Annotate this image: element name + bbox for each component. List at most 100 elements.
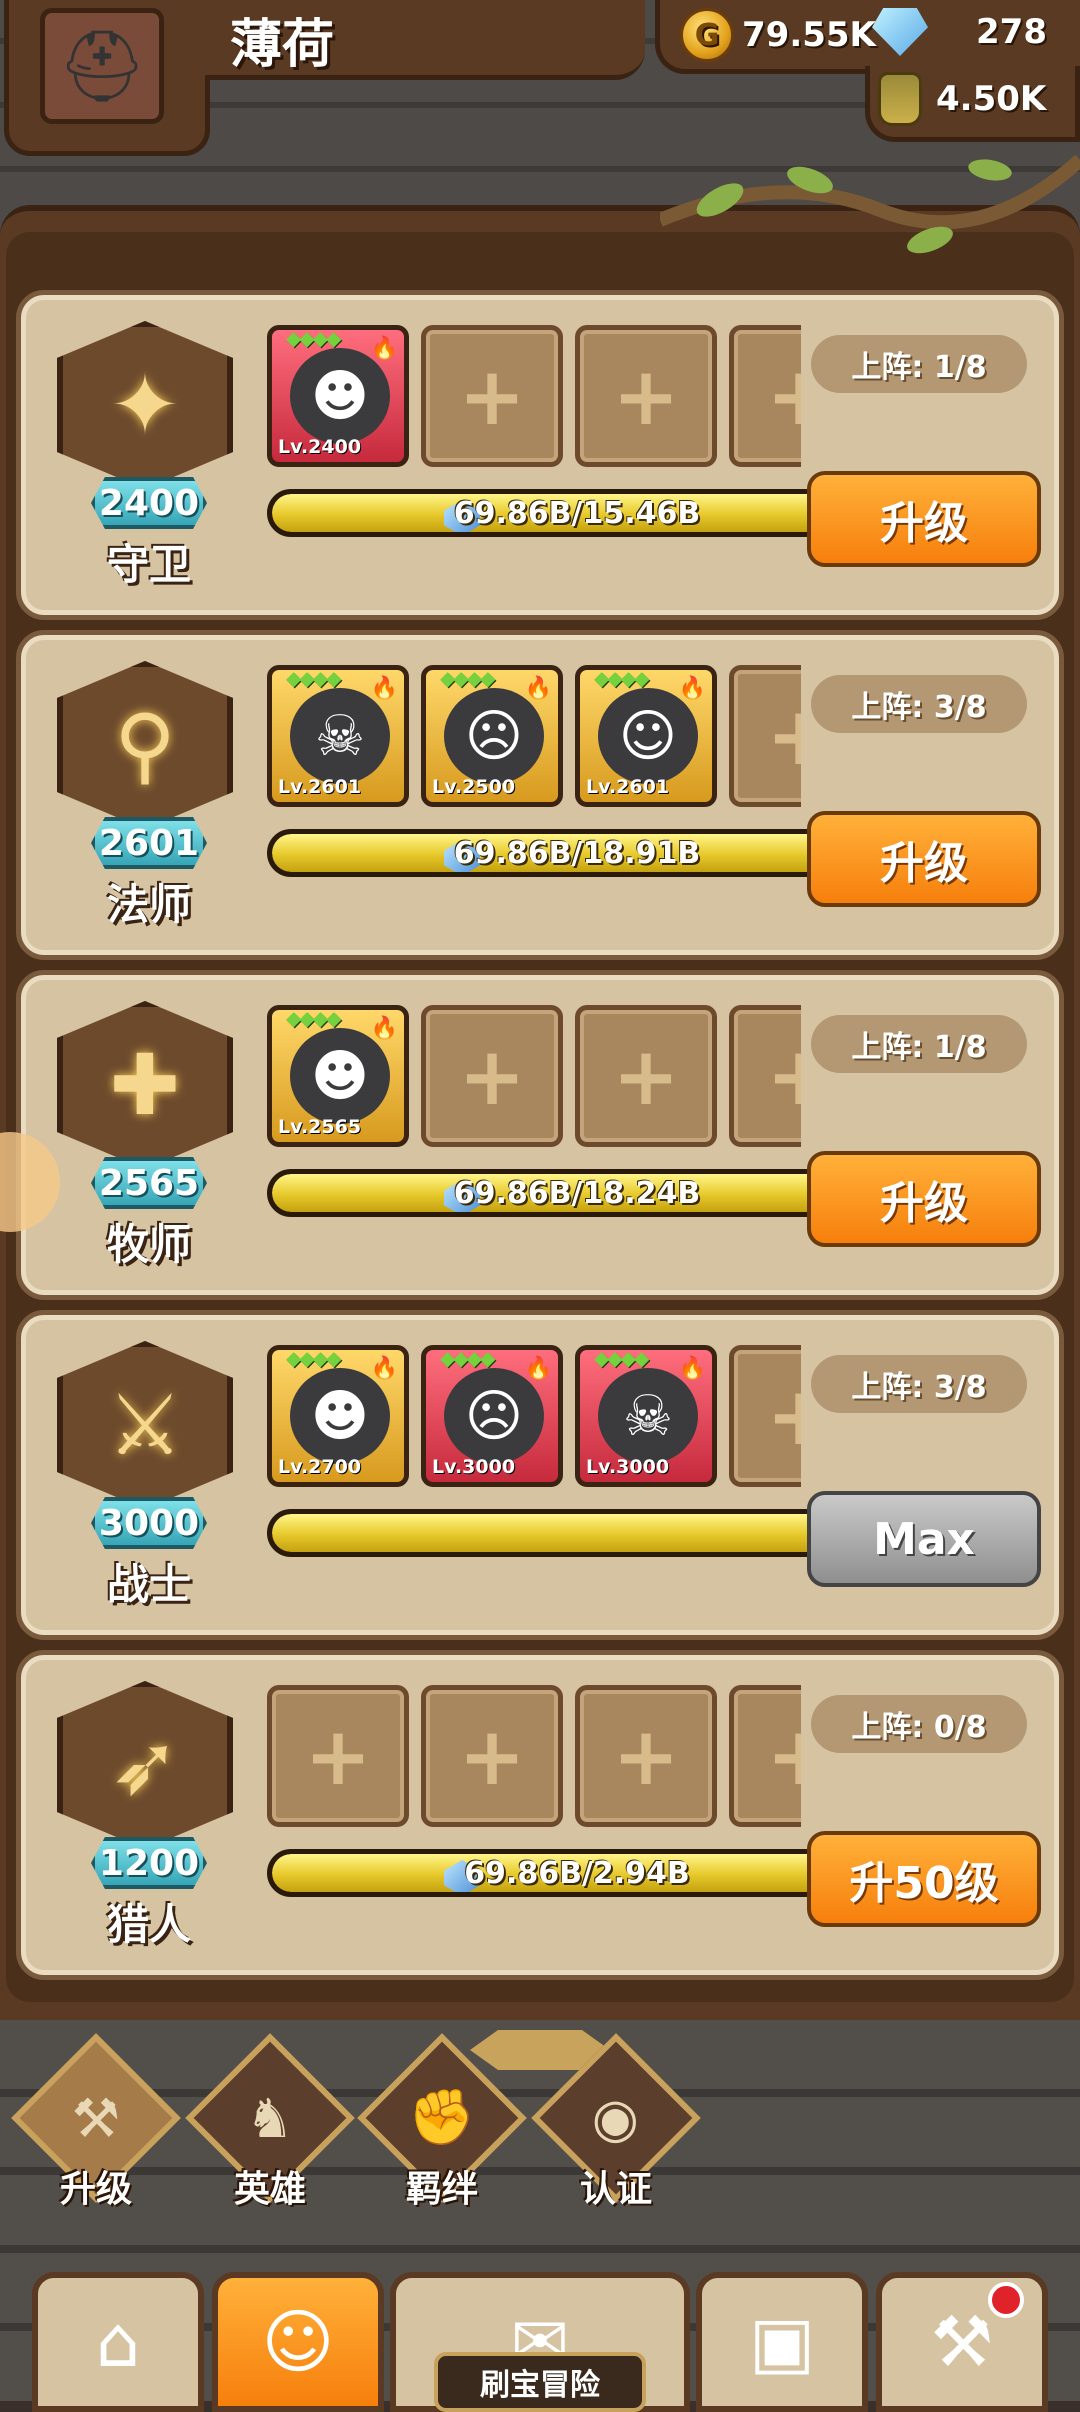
hero-slot[interactable]: ◆◆◆◆ 🔥 ☹ Lv.3000: [421, 1345, 563, 1487]
xp-progress-text: 69.86B/18.24B: [453, 1175, 701, 1211]
class-emblem-icon: ⚲: [57, 661, 233, 829]
hero-slot[interactable]: ◆◆◆◆ 🔥 ☹ Lv.2500: [421, 665, 563, 807]
shop-tab[interactable]: ⌂: [32, 2272, 204, 2412]
xp-progress-text: 69.86B/15.46B: [453, 495, 701, 531]
plus-icon: +: [458, 349, 526, 443]
xp-progress-text: 69.86B/18.91B: [453, 835, 701, 871]
hero-slot[interactable]: ◆◆◆◆ 🔥 ☠ Lv.3000: [575, 1345, 717, 1487]
class-emblem-icon: ➶: [57, 1681, 233, 1849]
element-icon: 🔥: [370, 676, 398, 701]
hero-level: Lv.3000: [432, 1456, 516, 1478]
empty-hero-slot[interactable]: +: [575, 1685, 717, 1827]
empty-hero-slot[interactable]: +: [267, 1685, 409, 1827]
hero-portrait: ☹: [444, 688, 544, 784]
element-icon: 🔥: [370, 336, 398, 361]
element-icon: 🔥: [524, 676, 552, 701]
class-emblem-icon: ⚔: [57, 1341, 233, 1509]
player-name: 薄荷: [230, 15, 335, 75]
subnav-label: 认证: [579, 2169, 652, 2210]
hero-portrait: ☻: [290, 1368, 390, 1464]
hero-level: Lv.2400: [278, 436, 362, 458]
plus-icon: +: [612, 1029, 680, 1123]
subnav-item[interactable]: ⚒ 升级: [11, 2033, 181, 2230]
element-icon: 🔥: [370, 1016, 398, 1041]
hero-level: Lv.2700: [278, 1456, 362, 1478]
adventure-label[interactable]: 刷宝冒险: [434, 2352, 646, 2412]
subnav-item[interactable]: ✊ 羁绊: [357, 2033, 527, 2230]
hero-portrait: ☻: [290, 348, 390, 444]
avatar[interactable]: ⛑: [40, 8, 164, 124]
element-icon: 🔥: [678, 676, 706, 701]
empty-hero-slot[interactable]: +: [421, 325, 563, 467]
hero-portrait: ☺: [598, 688, 698, 784]
deployed-count: 上阵: 3/8: [811, 1355, 1027, 1413]
subnav-item[interactable]: ♞ 英雄: [185, 2033, 355, 2230]
potion-amount: 4.50K: [936, 79, 1047, 119]
subnav-label: 升级: [59, 2169, 132, 2210]
class-card: ⚔ 3000 战士 ◆◆◆◆ 🔥 ☻ Lv.2700 ◆◆◆◆ 🔥 ☹ Lv.3…: [16, 1310, 1064, 1640]
xp-progress-bar: 69.86B/18.24B: [267, 1169, 867, 1217]
star-rating-icon: ◆◆◆◆: [286, 666, 342, 690]
subnav-item[interactable]: ◉ 认证: [531, 2033, 701, 2230]
element-icon: 🔥: [678, 1356, 706, 1381]
hero-slot[interactable]: ◆◆◆◆ 🔥 ☠ Lv.2601: [267, 665, 409, 807]
deployed-count: 上阵: 3/8: [811, 675, 1027, 733]
hero-level: Lv.2500: [432, 776, 516, 798]
hero-slots: ◆◆◆◆ 🔥 ☠ Lv.2601 ◆◆◆◆ 🔥 ☹ Lv.2500 ◆◆◆◆ 🔥…: [267, 665, 801, 813]
empty-hero-slot[interactable]: +: [729, 325, 801, 467]
class-level-badge: 3000: [91, 1497, 207, 1549]
hero-slot[interactable]: ◆◆◆◆ 🔥 ☻ Lv.2565: [267, 1005, 409, 1147]
element-icon: 🔥: [524, 1356, 552, 1381]
subnav-label: 羁绊: [405, 2169, 478, 2210]
empty-hero-slot[interactable]: +: [421, 1685, 563, 1827]
tab-icon: ▣: [748, 2301, 816, 2383]
hero-level: Lv.2601: [278, 776, 362, 798]
tab-icon: ⌂: [95, 2301, 141, 2383]
notification-dot: [988, 2282, 1024, 2318]
upgrade-button[interactable]: 升50级: [807, 1831, 1041, 1927]
max-button[interactable]: Max: [807, 1491, 1041, 1587]
star-rating-icon: ◆◆◆◆: [286, 1346, 342, 1370]
gem-resource[interactable]: 278: [872, 8, 1047, 56]
bag-tab[interactable]: ▣: [696, 2272, 868, 2412]
hero-slot[interactable]: ◆◆◆◆ 🔥 ☻ Lv.2400: [267, 325, 409, 467]
plus-icon: +: [766, 1029, 801, 1123]
empty-hero-slot[interactable]: +: [575, 1005, 717, 1147]
class-level-badge: 2400: [91, 477, 207, 529]
xp-progress-text: 69.86B/2.94B: [464, 1855, 690, 1891]
hero-slot[interactable]: ◆◆◆◆ 🔥 ☺ Lv.2601: [575, 665, 717, 807]
hero-level: Lv.2601: [586, 776, 670, 798]
upgrade-button[interactable]: 升级: [807, 1151, 1041, 1247]
empty-hero-slot[interactable]: +: [421, 1005, 563, 1147]
deployed-count: 上阵: 1/8: [811, 335, 1027, 393]
empty-hero-slot[interactable]: +: [729, 1005, 801, 1147]
empty-hero-slot[interactable]: +: [729, 1685, 801, 1827]
upgrade-button[interactable]: 升级: [807, 471, 1041, 567]
class-name: 法师: [106, 880, 191, 929]
gold-coin-icon: G: [680, 8, 734, 62]
tab-icon: ☺: [261, 2301, 335, 2383]
hero-portrait: ☻: [290, 1028, 390, 1124]
star-rating-icon: ◆◆◆◆: [594, 1346, 650, 1370]
empty-hero-slot[interactable]: +: [575, 325, 717, 467]
hero-slots: ◆◆◆◆ 🔥 ☻ Lv.2700 ◆◆◆◆ 🔥 ☹ Lv.3000 ◆◆◆◆ 🔥…: [267, 1345, 801, 1493]
hero-slots: ◆◆◆◆ 🔥 ☻ Lv.2400 + + +: [267, 325, 801, 473]
hero-tab[interactable]: ☺: [212, 2272, 384, 2412]
class-emblem-icon: ✦: [57, 321, 233, 489]
hero-slots: ◆◆◆◆ 🔥 ☻ Lv.2565 + + +: [267, 1005, 801, 1153]
empty-hero-slot[interactable]: +: [729, 1345, 801, 1487]
plus-icon: +: [766, 689, 801, 783]
star-rating-icon: ◆◆◆◆: [286, 1006, 342, 1030]
empty-hero-slot[interactable]: +: [729, 665, 801, 807]
star-rating-icon: ◆◆◆◆: [440, 666, 496, 690]
hero-portrait: ☠: [598, 1368, 698, 1464]
plus-icon: +: [612, 1709, 680, 1803]
upgrade-button[interactable]: 升级: [807, 811, 1041, 907]
potion-resource[interactable]: 4.50K: [878, 72, 1046, 126]
hero-slot[interactable]: ◆◆◆◆ 🔥 ☻ Lv.2700: [267, 1345, 409, 1487]
deployed-count: 上阵: 0/8: [811, 1695, 1027, 1753]
xp-progress-bar: 69.86B/18.91B: [267, 829, 867, 877]
gold-resource[interactable]: G 79.55K: [680, 8, 876, 62]
gem-amount: 278: [976, 12, 1047, 52]
plus-icon: +: [766, 1709, 801, 1803]
